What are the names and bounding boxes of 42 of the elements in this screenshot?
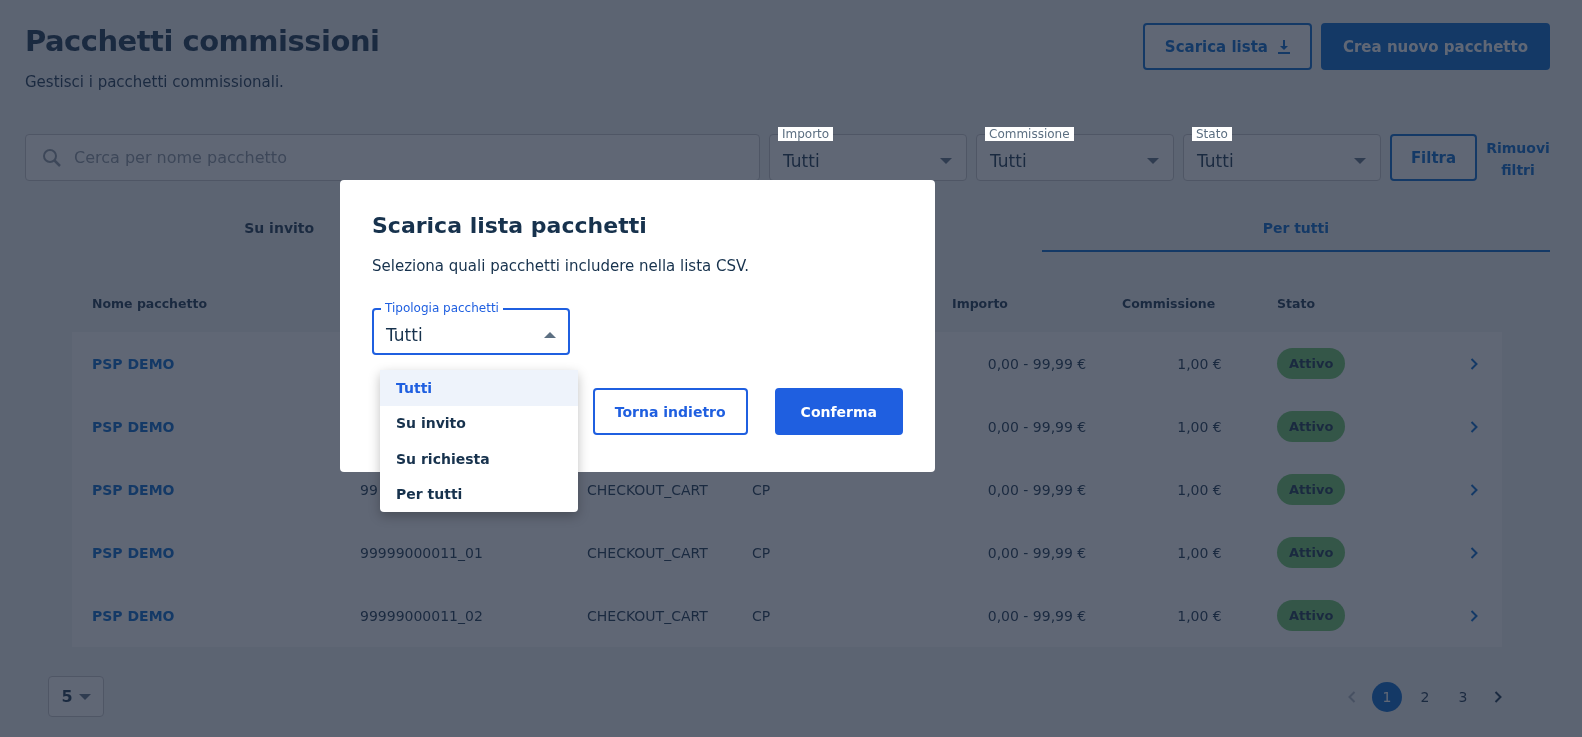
package-name: PSP DEMO [92, 355, 175, 372]
table-cell: CHECKOUT_CART [587, 607, 708, 624]
table-cell: 99999000011_01 [360, 544, 483, 561]
dropdown-option[interactable]: Per tutti [380, 476, 578, 512]
table-cell: CHECKOUT_CART [587, 481, 708, 498]
package-name: PSP DEMO [92, 481, 175, 498]
column-header: Nome pacchetto [92, 296, 209, 311]
page-link[interactable]: 2 [1410, 681, 1440, 712]
column-header: Stato [1277, 296, 1316, 311]
table-cell: 1,00 € [1177, 544, 1222, 561]
dropdown-option[interactable]: Su invito [380, 405, 578, 441]
package-name: PSP DEMO [92, 544, 175, 561]
table-cell: CP [752, 481, 771, 498]
table-cell: 99 [360, 481, 378, 498]
dialog-title: Scarica lista pacchetti [372, 213, 648, 238]
table-cell: 1,00 € [1177, 481, 1222, 498]
caret-icon [544, 331, 556, 338]
page-link[interactable]: 3 [1448, 681, 1478, 712]
table-cell: 0,00 - 99,99 € [987, 418, 1087, 435]
dropdown-option[interactable]: Tutti [380, 370, 578, 406]
table-cell: 1,00 € [1177, 607, 1222, 624]
table-cell: 99999000011_02 [360, 607, 483, 624]
table-cell: 1,00 € [1177, 418, 1222, 435]
reset-filters-link[interactable]: Rimuovi filtri [1486, 137, 1550, 181]
table-cell: 0,00 - 99,99 € [987, 607, 1087, 624]
back-button[interactable]: Torna indietro [592, 388, 748, 435]
confirm-button[interactable]: Conferma [774, 388, 903, 435]
table-cell: CHECKOUT_CART [587, 544, 708, 561]
table-cell: CP [752, 544, 771, 561]
package-name: PSP DEMO [92, 607, 175, 624]
table-cell: 0,00 - 99,99 € [987, 355, 1087, 372]
column-header: Importo [952, 296, 1009, 311]
package-name: PSP DEMO [92, 418, 175, 435]
table-cell: 0,00 - 99,99 € [987, 481, 1087, 498]
table-cell: 1,00 € [1177, 355, 1222, 372]
page-title: Pacchetti commissioni [25, 24, 380, 58]
dropdown-option[interactable]: Su richiesta [380, 441, 578, 477]
table-cell: CP [752, 607, 771, 624]
table-cell: 0,00 - 99,99 € [987, 544, 1087, 561]
tab[interactable]: Per tutti [1041, 206, 1550, 252]
dialog-description: Seleziona quali pacchetti includere nella lista CSV. [372, 257, 751, 275]
column-header: Commissione [1122, 296, 1217, 311]
